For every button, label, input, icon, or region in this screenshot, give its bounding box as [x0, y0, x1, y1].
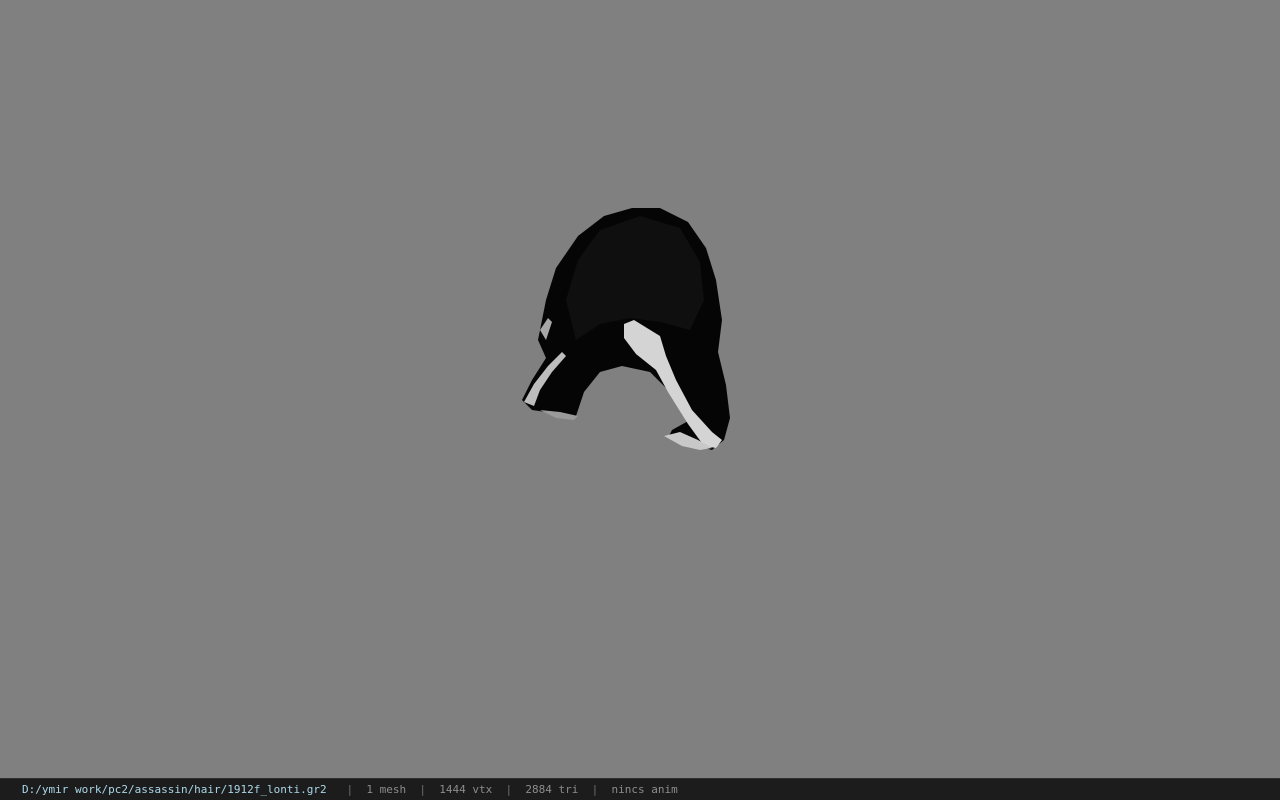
status-triangle-count: 2884 tri — [525, 783, 579, 796]
status-mesh-count: 1 mesh — [366, 783, 407, 796]
status-animation: nincs anim — [611, 783, 678, 796]
model-render — [522, 208, 730, 450]
status-separator: | — [591, 783, 599, 796]
3d-viewport[interactable] — [0, 0, 1280, 778]
status-separator: | — [505, 783, 513, 796]
status-vertex-count: 1444 vtx — [439, 783, 493, 796]
status-separator: | — [419, 783, 427, 796]
status-file-path: D:/ymir work/pc2/assassin/hair/1912f_lon… — [22, 783, 327, 796]
status-separator: | — [346, 783, 354, 796]
status-bar: D:/ymir work/pc2/assassin/hair/1912f_lon… — [0, 778, 1280, 800]
